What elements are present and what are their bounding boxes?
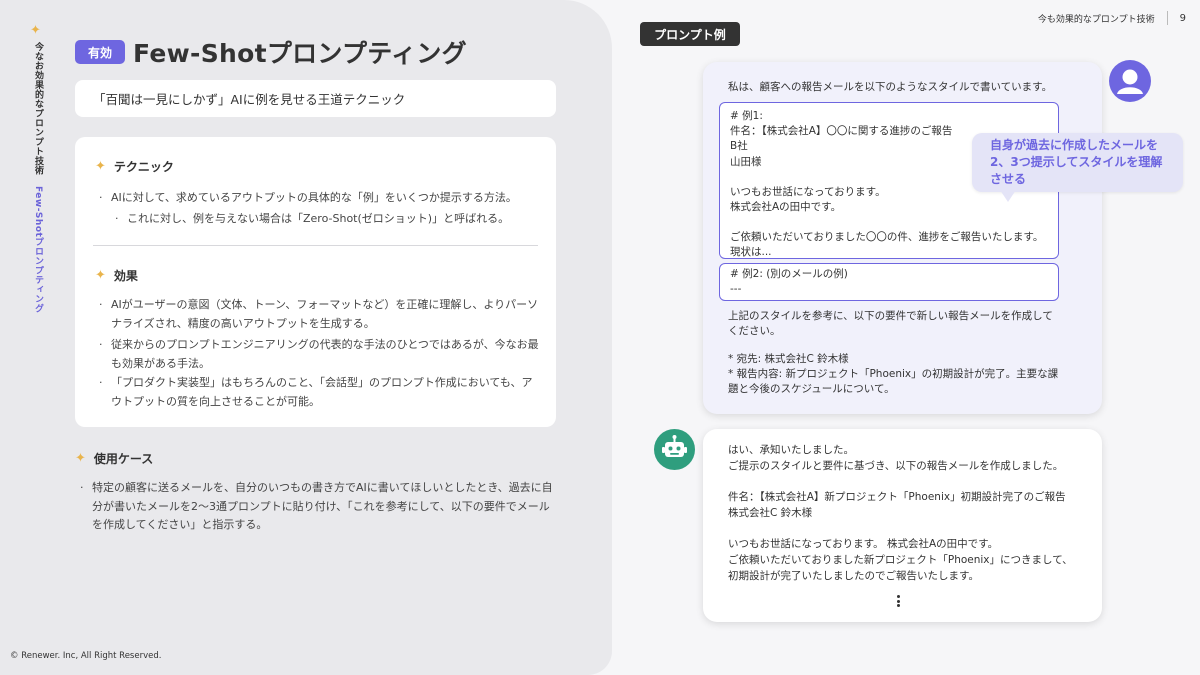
- sparkle-icon: ✦: [95, 159, 106, 174]
- technique-subbullet-text: これに対し、例を与えない場合は「Zero-Shot(ゼロショット)」と呼ばれる。: [127, 212, 510, 225]
- assistant-line: 初期設計が完了いたしましたのでご報告いたします。: [728, 570, 979, 582]
- use-case-bullet: · 特定の顧客に送るメールを、自分のいつもの書き方でAIに書いてほしいとしたとき…: [80, 479, 560, 535]
- requirement-line: * 宛先: 株式会社C 鈴木様: [728, 353, 849, 365]
- bullet-dot: ·: [99, 338, 103, 351]
- technique-bullet: · AIに対して、求めているアウトプットの具体的な「例」をいくつか提示する方法。: [99, 188, 541, 207]
- subtitle-box: 「百聞は一見にしかず」AIに例を見せる王道テクニック: [75, 80, 556, 117]
- assistant-line: 株式会社C 鈴木様: [728, 507, 813, 519]
- technique-bullet-text: AIに対して、求めているアウトプットの具体的な「例」をいくつか提示する方法。: [111, 191, 517, 204]
- request-line: ください。: [728, 325, 781, 337]
- user-request: 上記のスタイルを参考に、以下の要件で新しい報告メールを作成して ください。: [728, 309, 1078, 339]
- assistant-line: ご提示のスタイルと要件に基づき、以下の報告メールを作成しました。: [728, 460, 1064, 472]
- use-case-text: 特定の顧客に送るメールを、自分のいつもの書き方でAIに書いてほしいとしたとき、過…: [92, 481, 553, 531]
- example2-box: # 例2: (別のメールの例) ---: [719, 263, 1059, 301]
- effects-bullet: · 従来からのプロンプトエンジニアリングの代表的な手法のひとつではあるが、今なお…: [99, 335, 541, 373]
- callout-tail: [1000, 190, 1016, 202]
- divider: [93, 245, 538, 246]
- example1-line: # 例1:: [730, 110, 763, 122]
- page-title: Few-Shotプロンプティング: [133, 39, 467, 68]
- technique-heading-label: テクニック: [113, 160, 174, 174]
- assistant-line: [728, 521, 1088, 536]
- requirement-line: * 報告内容: 新プロジェクト「Phoenix」の初期設計が完了。主要な課: [728, 368, 1059, 380]
- more-vertical-icon[interactable]: [897, 595, 901, 609]
- assistant-line: [728, 474, 1088, 489]
- example1-line: 株式会社Aの田中です。: [730, 201, 842, 214]
- header-section-label: 今も効果的なプロンプト技術: [1037, 14, 1155, 25]
- example1-line: ご依頼いただいておりました〇〇の件、進捗をご報告いたします。: [730, 231, 1044, 244]
- effects-bullet: · 「プロダクト実装型」はもちろんのこと、「会話型」のプロンプト作成においても、…: [99, 373, 541, 411]
- status-badge: 有効: [75, 40, 125, 64]
- effects-bullet-text: AIがユーザーの意図（文体、トーン、フォーマットなど）を正確に理解し、よりパーソ…: [111, 298, 539, 330]
- effects-bullet: · AIがユーザーの意図（文体、トーン、フォーマットなど）を正確に理解し、よりパ…: [99, 295, 541, 333]
- sparkle-icon: ✦: [95, 268, 106, 283]
- assistant-line: はい、承知いたしました。: [728, 444, 854, 456]
- effects-bullet-text: 「プロダクト実装型」はもちろんのこと、「会話型」のプロンプト作成においても、アウ…: [111, 376, 533, 408]
- bullet-dot: ·: [80, 481, 84, 494]
- subtitle-text: 「百聞は一見にしかず」AIに例を見せる王道テクニック: [93, 92, 406, 107]
- example1-line: [730, 215, 1048, 230]
- sparkle-icon: ✦: [30, 23, 41, 38]
- side-section-label: 今なお効果的なプロンプト技術: [33, 42, 43, 175]
- user-intro: 私は、顧客への報告メールを以下のようなスタイルで書いています。: [728, 81, 1053, 93]
- example2-line: # 例2: (別のメールの例): [730, 268, 848, 280]
- assistant-message-bubble: はい、承知いたしました。 ご提示のスタイルと要件に基づき、以下の報告メールを作成…: [703, 429, 1102, 622]
- example-tag: プロンプト例: [640, 22, 740, 46]
- robot-icon: [654, 429, 695, 470]
- assistant-line: いつもお世話になっております。 株式会社Aの田中です。: [728, 538, 999, 550]
- assistant-line: ご依頼いただいておりました新プロジェクト「Phoenix」につきまして、: [728, 554, 1073, 566]
- user-requirements: * 宛先: 株式会社C 鈴木様 * 報告内容: 新プロジェクト「Phoenix」…: [728, 352, 1083, 397]
- assistant-line: 件名：【株式会社A】新プロジェクト「Phoenix」初期設計完了のご報告: [728, 491, 1066, 503]
- callout-tip: 自身が過去に作成したメールを2、3つ提示してスタイルを理解させる: [972, 133, 1183, 192]
- bullet-dot: ·: [99, 376, 103, 389]
- use-case-heading: ✦ 使用ケース: [75, 450, 153, 467]
- header-separator: [1166, 11, 1168, 25]
- bullet-dot: ·: [99, 191, 103, 204]
- effects-heading: ✦ 効果: [95, 267, 138, 284]
- info-card: ✦ テクニック · AIに対して、求めているアウトプットの具体的な「例」をいくつ…: [75, 137, 556, 427]
- page-header: 今も効果的なプロンプト技術 9: [1038, 11, 1186, 25]
- request-line: 上記のスタイルを参考に、以下の要件で新しい報告メールを作成して: [728, 310, 1053, 322]
- assistant-text: はい、承知いたしました。 ご提示のスタイルと要件に基づき、以下の報告メールを作成…: [728, 442, 1088, 584]
- requirement-line: 題と今後のスケジュールについて。: [728, 383, 895, 395]
- example2-line: ---: [730, 283, 742, 295]
- copyright: © Renewer. Inc, All Right Reserved.: [10, 651, 162, 661]
- effects-bullet-text: 従来からのプロンプトエンジニアリングの代表的な手法のひとつではあるが、今なお最も…: [111, 338, 539, 370]
- sparkle-icon: ✦: [75, 451, 86, 466]
- user-message-bubble: 私は、顧客への報告メールを以下のようなスタイルで書いています。 # 例1: 件名…: [703, 62, 1102, 414]
- user-avatar-icon: [1109, 60, 1151, 102]
- technique-heading: ✦ テクニック: [95, 158, 174, 175]
- example1-line: 現状は...: [730, 246, 772, 259]
- page-number: 9: [1179, 12, 1186, 24]
- side-topic-label: Few-Shotプロンプティング: [33, 186, 43, 314]
- use-case-heading-label: 使用ケース: [93, 452, 154, 466]
- bullet-dot: ·: [115, 212, 119, 225]
- bullet-dot: ·: [99, 298, 103, 311]
- effects-heading-label: 効果: [113, 269, 138, 283]
- technique-subbullet: · これに対し、例を与えない場合は「Zero-Shot(ゼロショット)」と呼ばれ…: [115, 209, 545, 228]
